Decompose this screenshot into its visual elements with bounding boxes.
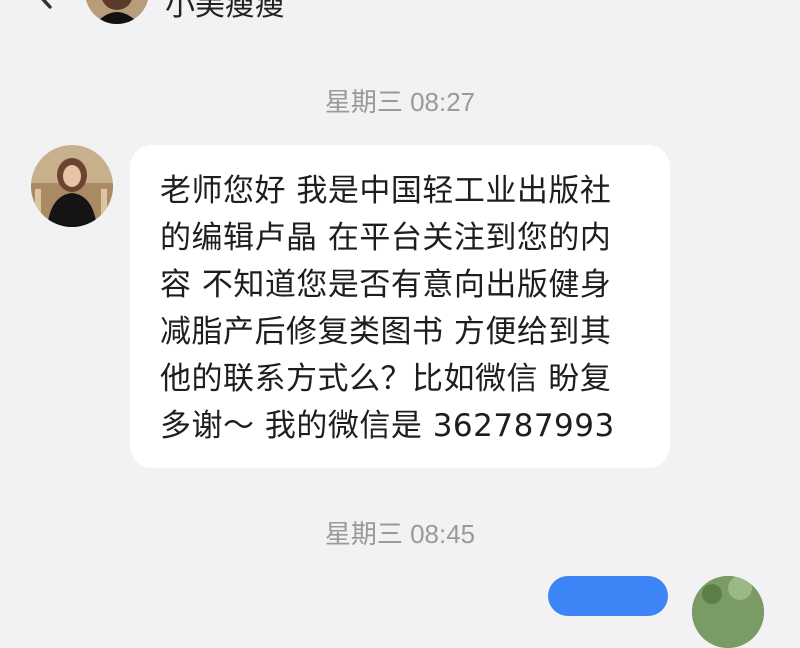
- sender-avatar[interactable]: [31, 145, 113, 227]
- incoming-message-bubble[interactable]: 老师您好 我是中国轻工业出版社的编辑卢晶 在平台关注到您的内容 不知道您是否有意…: [130, 145, 670, 468]
- back-button[interactable]: [30, 0, 60, 10]
- self-avatar[interactable]: [692, 576, 764, 648]
- chevron-left-icon: [41, 0, 52, 9]
- message-timestamp: 星期三 08:27: [324, 87, 476, 117]
- contact-avatar[interactable]: [85, 0, 149, 24]
- chat-header: 小美瘦瘦: [0, 0, 800, 24]
- outgoing-message-bubble[interactable]: [548, 576, 668, 616]
- message-timestamp: 星期三 08:45: [324, 519, 476, 549]
- chat-title: 小美瘦瘦: [165, 0, 285, 23]
- message-text: 老师您好 我是中国轻工业出版社的编辑卢晶 在平台关注到您的内容 不知道您是否有意…: [160, 173, 615, 444]
